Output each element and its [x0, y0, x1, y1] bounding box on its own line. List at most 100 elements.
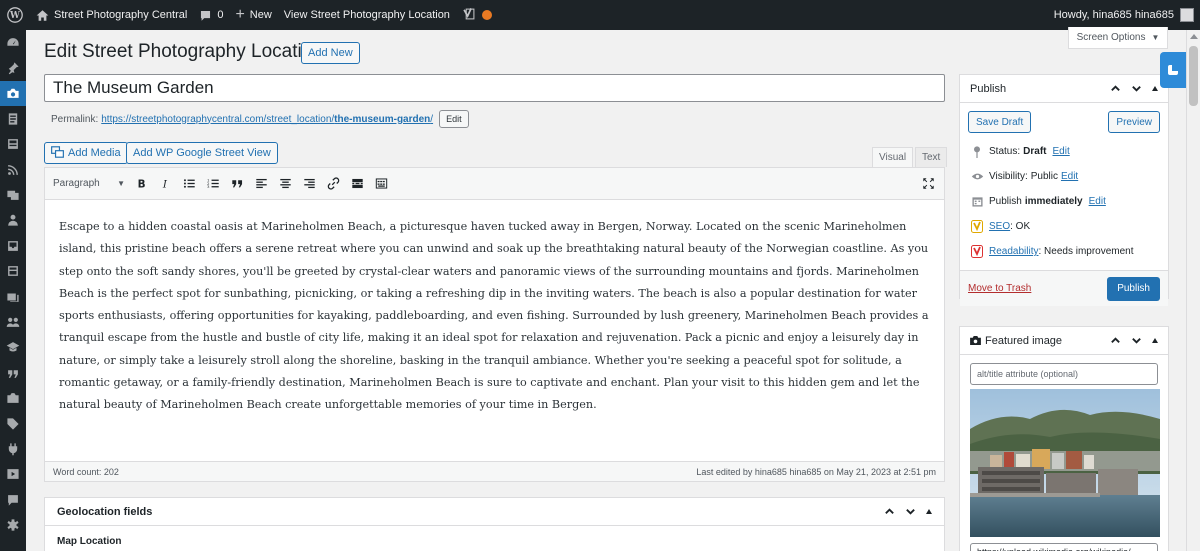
readability-row: Readability : Needs improvement: [960, 239, 1168, 264]
editor-content[interactable]: Escape to a hidden coastal oasis at Mari…: [45, 200, 944, 433]
featured-image-title: Featured image: [985, 334, 1063, 347]
geolocation-header[interactable]: Geolocation fields: [45, 498, 944, 526]
video-icon[interactable]: [0, 462, 26, 487]
add-media-button[interactable]: Add Media: [44, 142, 128, 164]
edit-status-link[interactable]: Edit: [1052, 146, 1069, 157]
tab-visual[interactable]: Visual: [872, 147, 914, 167]
move-to-trash-link[interactable]: Move to Trash: [968, 283, 1031, 294]
add-new-button[interactable]: Add New: [301, 42, 360, 64]
align-left-button[interactable]: [249, 172, 273, 196]
schedule-value: immediately: [1024, 196, 1083, 207]
toggle-triangle-icon[interactable]: [1152, 86, 1158, 91]
svg-text:3: 3: [207, 184, 210, 189]
view-post-link[interactable]: View Street Photography Location: [278, 0, 456, 30]
home-icon: [36, 9, 49, 22]
toggle-triangle-icon[interactable]: [1152, 338, 1158, 343]
save-draft-button[interactable]: Save Draft: [968, 111, 1032, 133]
location-post-type-icon[interactable]: [0, 80, 26, 107]
edit-visibility-link[interactable]: Edit: [1061, 171, 1078, 182]
visibility-row: Visibility: Public Edit: [960, 164, 1168, 189]
edit-schedule-link[interactable]: Edit: [1089, 196, 1106, 207]
add-street-view-button[interactable]: Add WP Google Street View: [126, 142, 278, 164]
media-icon[interactable]: [0, 182, 26, 207]
bold-button[interactable]: B: [129, 172, 153, 196]
dashboard-icon[interactable]: [0, 30, 26, 55]
groups-icon[interactable]: [0, 309, 26, 334]
plugins-icon[interactable]: [0, 436, 26, 461]
featured-image-header[interactable]: Featured image: [960, 327, 1168, 355]
quote-icon[interactable]: [0, 360, 26, 385]
wordpress-logo-icon[interactable]: W: [0, 0, 30, 30]
svg-text:W: W: [9, 11, 20, 21]
screen-options-toggle[interactable]: Screen Options ▼: [1068, 27, 1168, 49]
chevron-up-icon[interactable]: [1110, 83, 1121, 94]
pin-icon: [970, 145, 984, 158]
publish-title: Publish: [970, 82, 1007, 95]
readability-link[interactable]: Readability: [989, 246, 1038, 257]
settings-icon[interactable]: [0, 512, 26, 537]
post-title-input[interactable]: The Museum Garden: [44, 74, 945, 102]
toggle-triangle-icon[interactable]: [926, 509, 932, 514]
tab-text[interactable]: Text: [915, 147, 948, 167]
preview-button[interactable]: Preview: [1108, 111, 1160, 133]
featured-image-photo: [970, 389, 1160, 537]
yoast-status-dot: [481, 10, 492, 20]
inbox-icon[interactable]: [0, 233, 26, 258]
publish-metabox: Publish Save Draft Preview Status: Draft…: [959, 74, 1169, 306]
new-content-link[interactable]: + New: [229, 0, 277, 30]
permalink-label: Permalink:: [51, 113, 99, 125]
chevron-down-icon[interactable]: [1131, 83, 1142, 94]
bullet-list-button[interactable]: [177, 172, 201, 196]
featured-image-preview[interactable]: [970, 389, 1160, 537]
geolocation-title: Geolocation fields: [57, 505, 153, 518]
eye-icon: [970, 172, 984, 181]
posts-icon[interactable]: [0, 132, 26, 157]
chevron-up-icon[interactable]: [1110, 335, 1121, 346]
media-icon: [51, 145, 64, 161]
account-menu[interactable]: Howdy, hina685 hina685: [1048, 0, 1200, 30]
permalink-link[interactable]: https://streetphotographycentral.com/str…: [101, 114, 433, 125]
chevron-down-icon[interactable]: [1131, 335, 1142, 346]
page-title: Edit Street Photography Location: [44, 41, 323, 62]
feedback-tab-icon[interactable]: [1160, 52, 1186, 88]
align-right-button[interactable]: [297, 172, 321, 196]
gallery-icon[interactable]: [0, 284, 26, 309]
site-name-link[interactable]: Street Photography Central: [30, 0, 193, 30]
format-select[interactable]: Paragraph ▼: [49, 173, 129, 195]
users-icon[interactable]: [0, 208, 26, 233]
numbered-list-button[interactable]: 123: [201, 172, 225, 196]
pin-icon[interactable]: [0, 55, 26, 80]
align-center-button[interactable]: [273, 172, 297, 196]
page-scrollbar[interactable]: [1186, 30, 1200, 551]
comment-icon: [199, 9, 212, 22]
edit-permalink-button[interactable]: Edit: [439, 110, 469, 128]
publish-button[interactable]: Publish: [1107, 276, 1160, 301]
education-icon[interactable]: [0, 335, 26, 360]
svg-text:B: B: [137, 178, 145, 190]
scroll-thumb[interactable]: [1189, 46, 1198, 106]
blockquote-button[interactable]: [225, 172, 249, 196]
tag-icon[interactable]: [0, 411, 26, 436]
alt-title-input[interactable]: alt/title attribute (optional): [970, 363, 1158, 385]
rss-icon[interactable]: [0, 157, 26, 182]
forms-icon[interactable]: [0, 259, 26, 284]
pages-icon[interactable]: [0, 106, 26, 131]
chevron-down-icon[interactable]: [905, 506, 916, 517]
toolbar-toggle-button[interactable]: [369, 172, 393, 196]
avatar: [1180, 8, 1194, 22]
geolocation-metabox: Geolocation fields Map Location: [44, 497, 945, 551]
yoast-menu[interactable]: [456, 0, 498, 30]
publish-header[interactable]: Publish: [960, 75, 1168, 103]
fullscreen-icon[interactable]: [916, 172, 940, 196]
chevron-up-icon[interactable]: [884, 506, 895, 517]
feedback-icon[interactable]: [0, 487, 26, 512]
more-tag-button[interactable]: [345, 172, 369, 196]
scroll-up-arrow-icon[interactable]: [1190, 34, 1198, 39]
seo-link[interactable]: SEO: [989, 221, 1010, 232]
camera-icon[interactable]: [0, 385, 26, 410]
svg-text:I: I: [161, 178, 167, 190]
italic-button[interactable]: I: [153, 172, 177, 196]
image-url-input[interactable]: https://upload.wikimedia.org/wikipedia/: [970, 543, 1158, 551]
link-button[interactable]: [321, 172, 345, 196]
comments-link[interactable]: 0: [193, 0, 229, 30]
